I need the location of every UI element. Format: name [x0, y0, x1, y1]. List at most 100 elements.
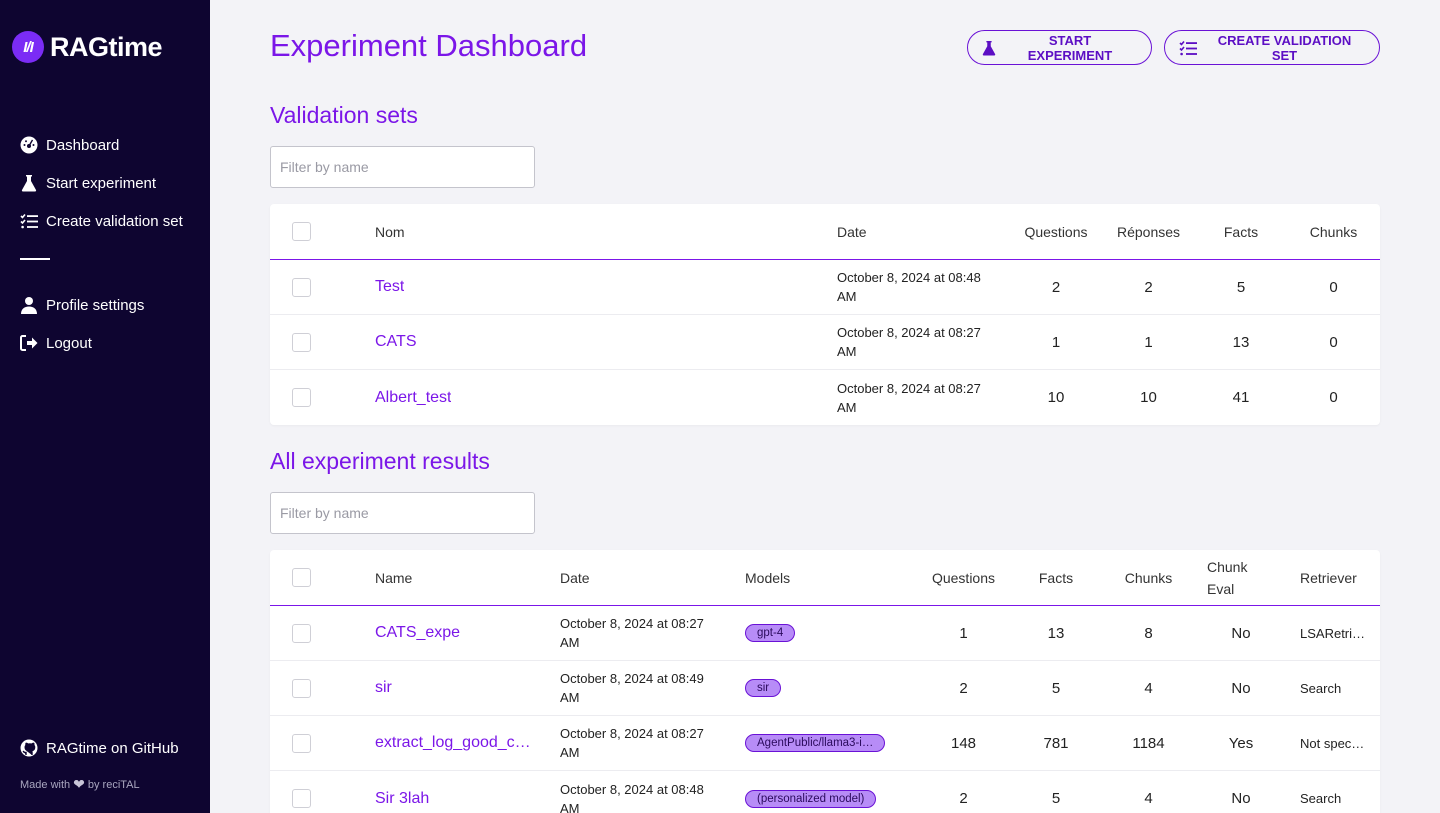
sidebar-divider [20, 258, 50, 260]
validation-set-name-link[interactable]: Test [375, 260, 404, 314]
start-experiment-button[interactable]: START EXPERIMENT [967, 30, 1152, 65]
flask-icon [20, 174, 38, 192]
model-chip[interactable]: (personalized model) [745, 789, 877, 808]
made-with-suffix: by reciTAL [87, 778, 140, 791]
row-select-cell [292, 771, 311, 813]
select-all-checkbox[interactable] [292, 222, 311, 241]
row-checkbox[interactable] [292, 623, 311, 643]
experiment-name-link[interactable]: CATS_expe [375, 606, 540, 660]
ragtime-logo-icon: I/I [12, 31, 44, 63]
row-models-cell: AgentPublic/llama3-i… [745, 716, 905, 770]
row-questions: 1 [959, 624, 968, 642]
row-checkbox[interactable] [292, 789, 311, 808]
row-checkbox[interactable] [292, 277, 311, 297]
row-facts: 5 [1236, 278, 1246, 296]
experiment-name-link[interactable]: extract_log_good_c… [375, 716, 540, 770]
table-row[interactable]: Albert_test October 8, 2024 at 08:27 AM … [270, 370, 1380, 425]
validation-set-name-link[interactable]: CATS [375, 315, 416, 369]
row-questions: 2 [959, 790, 968, 807]
row-facts: 13 [1232, 333, 1250, 351]
github-icon [20, 739, 38, 757]
row-checkbox[interactable] [292, 733, 311, 753]
sidebar-item-start-experiment[interactable]: Start experiment [20, 164, 183, 202]
model-chip[interactable]: AgentPublic/llama3-i… [745, 734, 886, 752]
row-reponses: 2 [1144, 278, 1153, 296]
select-all-checkbox[interactable] [292, 568, 311, 587]
row-chunk-eval: No [1231, 624, 1251, 642]
sidebar-item-label: Start experiment [46, 174, 157, 192]
row-date: October 8, 2024 at 08:27 AM [837, 380, 981, 415]
table-row[interactable]: extract_log_good_c… October 8, 2024 at 0… [270, 716, 1380, 771]
column-header-date[interactable]: Date [560, 550, 590, 605]
table-row[interactable]: sir October 8, 2024 at 08:49 AM sir 2 5 … [270, 661, 1380, 716]
row-questions: 2 [959, 679, 968, 697]
dashboard-icon [20, 136, 38, 154]
row-questions: 148 [950, 734, 977, 752]
model-chip[interactable]: sir [745, 679, 782, 697]
row-chunks: 4 [1144, 679, 1153, 697]
row-questions: 10 [1047, 389, 1065, 406]
row-checkbox[interactable] [292, 678, 311, 698]
user-icon [20, 296, 38, 314]
row-select-cell [292, 716, 311, 770]
experiments-filter-input[interactable] [270, 492, 535, 534]
app-name: RAGtime [50, 31, 163, 62]
column-header-chunks[interactable]: Chunks [1287, 204, 1380, 259]
column-header-chunks[interactable]: Chunks [1102, 550, 1195, 605]
row-questions: 1 [1051, 333, 1061, 351]
table-row[interactable]: Sir 3lah October 8, 2024 at 08:48 AM (pe… [270, 771, 1380, 813]
table-header-row: Nom Date Questions Réponses Facts Chunks [270, 204, 1380, 260]
validation-set-name-link[interactable]: Albert_test [375, 370, 451, 425]
column-header-questions[interactable]: Questions [1010, 204, 1102, 259]
row-retriever: LSARetri… [1300, 625, 1366, 641]
table-row[interactable]: CATS_expe October 8, 2024 at 08:27 AM gp… [270, 606, 1380, 661]
column-header-nom[interactable]: Nom [375, 204, 405, 259]
experiment-name-link[interactable]: sir [375, 661, 540, 715]
column-header-models[interactable]: Models [745, 550, 790, 605]
row-facts: 781 [1043, 734, 1069, 752]
row-checkbox[interactable] [292, 388, 311, 407]
row-retriever: Not spec… [1300, 735, 1365, 751]
column-header-date[interactable]: Date [837, 204, 867, 259]
create-validation-set-button[interactable]: CREATE VALIDATION SET [1164, 30, 1380, 65]
heart-icon: ❤ [73, 776, 85, 792]
experiment-name-link[interactable]: Sir 3lah [375, 771, 540, 813]
row-retriever: Search [1300, 680, 1342, 696]
row-facts: 5 [1051, 679, 1061, 697]
row-chunks: 0 [1329, 278, 1338, 296]
row-chunks: 0 [1329, 389, 1338, 406]
brand[interactable]: I/I RAGtime [12, 31, 163, 63]
experiment-results-title: All experiment results [270, 448, 490, 474]
table-row[interactable]: CATS October 8, 2024 at 08:27 AM 1 1 13 … [270, 315, 1380, 370]
row-checkbox[interactable] [292, 332, 311, 352]
row-models-cell: (personalized model) [745, 771, 905, 813]
sidebar-item-label: Dashboard [46, 136, 120, 154]
column-header-facts[interactable]: Facts [1010, 550, 1102, 605]
row-facts: 41 [1232, 389, 1250, 406]
sidebar-item-create-validation-set[interactable]: Create validation set [20, 202, 183, 240]
model-chip[interactable]: gpt-4 [745, 624, 796, 642]
column-header-retriever[interactable]: Retriever [1300, 550, 1357, 605]
table-header-row: Name Date Models Questions Facts Chunks … [270, 550, 1380, 606]
validation-sets-filter-input[interactable] [270, 146, 535, 188]
row-chunks: 4 [1144, 790, 1153, 807]
table-row[interactable]: Test October 8, 2024 at 08:48 AM 2 2 5 0 [270, 260, 1380, 315]
row-chunks: 1184 [1132, 734, 1165, 752]
column-header-reponses[interactable]: Réponses [1102, 204, 1195, 259]
sidebar-item-logout[interactable]: Logout [20, 324, 183, 362]
sidebar: I/I RAGtime Dashboard Start experiment C… [0, 0, 210, 813]
column-header-name[interactable]: Name [375, 550, 412, 605]
row-models-cell: sir [745, 661, 905, 715]
checklist-icon [20, 212, 38, 230]
sidebar-item-dashboard[interactable]: Dashboard [20, 126, 183, 164]
row-select-cell [292, 370, 311, 425]
github-link[interactable]: RAGtime on GitHub [20, 739, 179, 757]
column-header-chunk-eval[interactable]: Chunk Eval [1207, 550, 1247, 605]
validation-sets-title: Validation sets [270, 102, 418, 128]
sidebar-item-profile-settings[interactable]: Profile settings [20, 286, 183, 324]
column-header-facts[interactable]: Facts [1195, 204, 1287, 259]
experiment-results-table: Name Date Models Questions Facts Chunks … [270, 550, 1380, 813]
column-header-questions[interactable]: Questions [917, 550, 1010, 605]
row-date: October 8, 2024 at 08:49 AM [560, 671, 704, 705]
sidebar-item-label: Create validation set [46, 212, 183, 230]
